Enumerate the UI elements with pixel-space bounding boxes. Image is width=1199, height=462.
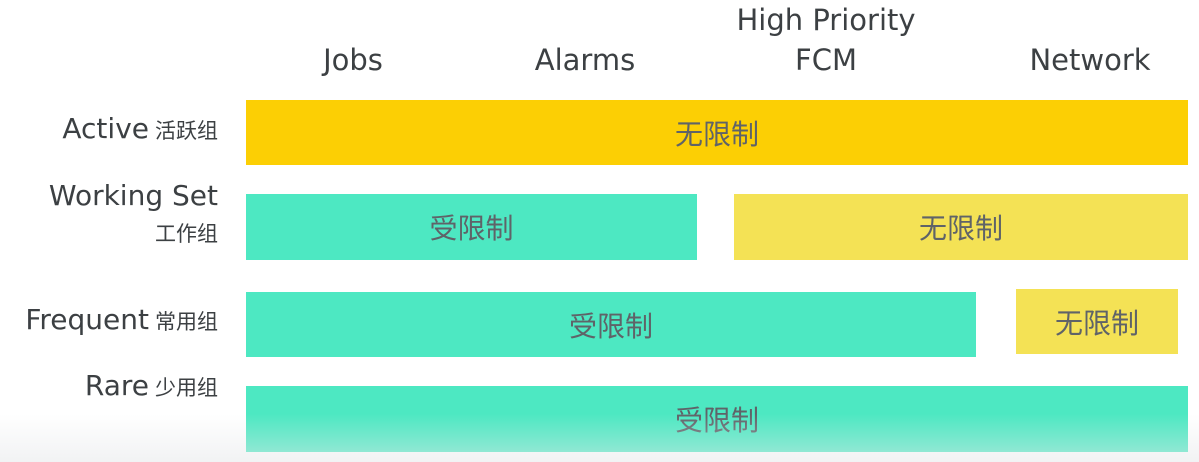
bar-frequent-unrestricted-label: 无限制: [1054, 306, 1139, 340]
column-header-alarms: Alarms: [534, 43, 636, 77]
row-label-frequent: Frequent 常用组: [25, 306, 218, 334]
bar-frequent-restricted: 受限制: [246, 292, 976, 357]
row-label-rare-en: Rare: [84, 369, 149, 402]
row-label-working-set-en: Working Set: [48, 179, 218, 212]
row-label-rare: Rare 少用组: [85, 372, 218, 400]
row-label-active: Active 活跃组: [62, 115, 218, 143]
bar-frequent-unrestricted: 无限制: [1016, 289, 1178, 354]
bar-working-set-restricted: 受限制: [246, 194, 697, 260]
bar-rare-restricted-label: 受限制: [674, 404, 759, 437]
bar-rare-restricted: 受限制: [246, 386, 1188, 452]
bar-working-set-unrestricted-label: 无限制: [918, 212, 1003, 245]
row-label-active-en: Active: [62, 112, 149, 145]
bar-active-unrestricted-label: 无限制: [674, 117, 759, 151]
row-label-working-set-zh: 工作组: [155, 222, 218, 246]
bar-working-set-unrestricted: 无限制: [734, 194, 1188, 260]
row-label-frequent-en: Frequent: [25, 303, 149, 336]
row-label-active-zh: 活跃组: [155, 119, 218, 143]
row-label-working-set: Working Set 工作组: [49, 182, 218, 245]
bar-frequent-restricted-label: 受限制: [568, 309, 653, 343]
bar-active-unrestricted: 无限制: [246, 100, 1188, 165]
column-header-jobs: Jobs: [323, 43, 383, 77]
row-label-rare-zh: 少用组: [155, 376, 218, 400]
column-header-fcm-line2: FCM: [795, 43, 857, 77]
column-header-fcm-line1: High Priority: [736, 3, 916, 37]
bar-working-set-restricted-label: 受限制: [429, 212, 514, 245]
column-header-network: Network: [1029, 43, 1151, 77]
row-label-frequent-zh: 常用组: [155, 310, 218, 334]
